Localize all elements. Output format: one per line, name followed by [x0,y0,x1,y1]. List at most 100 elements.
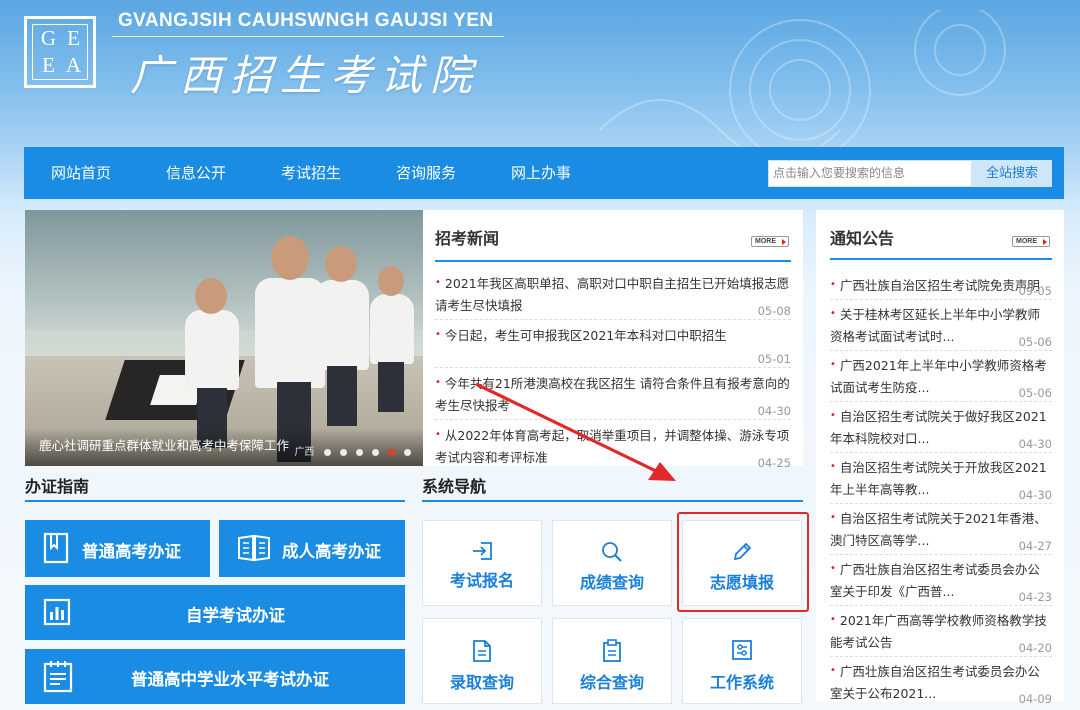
search-button[interactable]: 全站搜索 [972,160,1052,187]
nav-item-consult[interactable]: 咨询服务 [396,147,456,199]
notice-panel: 通知公告 MORE • 广西壮族自治区招生考试院免责声明 09-05 • 关于桂林考… [816,210,1064,706]
self-study-exam-button[interactable]: 自学考试办证 [25,585,405,640]
slide-dot-active[interactable] [387,449,395,456]
site-name-latin: GVANGJSIH CAUHSWNGH GAUJSI YEN [118,10,494,31]
news-item-date: 04-25 [757,456,791,470]
notice-item[interactable]: • 2021年广西高等学校教师资格教学技能考试公告 04-20 [830,606,1052,657]
notice-item-date: 09-05 [1018,284,1052,298]
clipboard-icon [43,661,73,693]
comprehensive-query-tile[interactable]: 综合查询 [552,618,672,704]
slide-dot[interactable] [404,449,411,456]
notice-item-date: 04-30 [1018,437,1052,451]
slide-pagination: 广西 [294,441,411,458]
button-label: 普通高中学业水平考试办证 [131,670,329,689]
news-item-date: 05-01 [757,352,791,366]
news-item[interactable]: • 2021年我区高职单招、高职对口中职自主招生已开始填报志愿 请考生尽快填报 0… [435,262,791,320]
slide-caption[interactable]: 鹿心社调研重点群体就业和高考中考保障工作 [39,435,289,454]
notice-item-title: 广西2021年上半年中小学教师资格考试面试考生防疫... [830,358,1047,395]
tile-label: 成绩查询 [579,573,644,592]
notice-item[interactable]: • 广西壮族自治区招生考试委员会办公室关于印发《广西普... 04-23 [830,555,1052,606]
notice-item-date: 04-23 [1018,590,1052,604]
bullet-icon: • [830,279,836,290]
bullet-icon: • [830,563,836,574]
bullet-icon: • [830,461,836,472]
notice-item-title: 广西壮族自治区招生考试委员会办公室关于公布2021... [830,664,1040,701]
notice-item-title: 2021年广西高等学校教师资格教学技能考试公告 [830,613,1047,650]
bullet-icon: • [435,329,441,340]
notice-item-date: 05-06 [1018,386,1052,400]
news-panel-header: 招考新闻 MORE [435,210,791,262]
notice-item[interactable]: • 广西壮族自治区招生考试委员会办公室关于公布2021... 04-09 [830,657,1052,707]
header-background-pattern [599,10,1006,160]
bar-chart-icon [43,598,71,626]
open-book-icon [238,534,270,562]
notice-panel-title: 通知公告 [830,229,895,248]
work-system-tile[interactable]: 工作系统 [682,618,802,704]
button-label: 自学考试办证 [186,606,285,625]
notice-item[interactable]: • 自治区招生考试院关于做好我区2021年本科院校对口... 04-30 [830,402,1052,453]
site-logo[interactable]: G E E A [24,16,96,88]
notice-item[interactable]: • 自治区招生考试院关于2021年香港、澳门特区高等学... 04-27 [830,504,1052,555]
logo-letter: E [67,26,80,50]
header-divider [112,36,504,37]
document-icon [43,532,69,564]
news-slideshow[interactable]: 鹿心社调研重点群体就业和高考中考保障工作 广西 [25,210,423,466]
notice-item[interactable]: • 广西2021年上半年中小学教师资格考试面试考生防疫... 05-06 [830,351,1052,402]
bullet-icon: • [830,359,836,370]
nav-item-home[interactable]: 网站首页 [51,147,111,199]
tile-label: 综合查询 [579,673,644,692]
notice-more-button[interactable]: MORE [1012,236,1050,247]
login-icon [473,542,492,560]
score-query-tile[interactable]: 成绩查询 [552,520,672,606]
bullet-icon: • [435,277,441,288]
logo-letter: A [65,53,82,77]
more-arrow-icon [1043,239,1047,245]
notice-item[interactable]: • 广西壮族自治区招生考试院免责声明 09-05 [830,260,1052,300]
bullet-icon: • [830,614,836,625]
tile-label: 录取查询 [449,673,514,692]
site-name-chinese: 广西招生考试院 [130,51,481,100]
notice-item[interactable]: • 关于桂林考区延长上半年中小学教师资格考试面试考试时... 05-06 [830,300,1052,351]
notice-item-date: 04-27 [1018,539,1052,553]
news-item-title: 2021年我区高职单招、高职对口中职自主招生已开始填报志愿 请考生尽快填报 [435,276,790,313]
annotation-arrow-icon [475,382,676,481]
slide-dot[interactable] [371,449,379,456]
document-icon [473,640,491,662]
notice-item-title: 自治区招生考试院关于2021年香港、澳门特区高等学... [830,511,1047,548]
slide-dot[interactable] [355,449,363,456]
bullet-icon: • [830,308,836,319]
news-item-date: 05-08 [757,304,791,318]
bullet-icon: • [435,377,441,388]
notice-item-title: 自治区招生考试院关于做好我区2021年本科院校对口... [830,409,1047,446]
news-item[interactable]: • 今日起，考生可申报我区2021年本科对口中职招生 05-01 [435,320,791,368]
settings-sliders-icon [732,640,752,660]
notice-item-date: 04-30 [1018,488,1052,502]
notice-item-title: 广西壮族自治区招生考试委员会办公室关于印发《广西普... [830,562,1040,599]
slide-watermark: 广西 [294,447,315,458]
search-icon [602,542,622,562]
nav-item-exams[interactable]: 考试招生 [281,147,341,199]
logo-letter: G [40,26,57,50]
more-label: MORE [755,238,776,245]
clipboard-icon [603,639,621,662]
gaokao-certificate-button[interactable]: 普通高考办证 [25,520,210,577]
notice-item-title: 广西壮族自治区招生考试院免责声明 [839,278,1040,293]
adult-exam-certificate-button[interactable]: 成人高考办证 [219,520,405,577]
notice-item-date: 05-06 [1018,335,1052,349]
notice-item[interactable]: • 自治区招生考试院关于开放我区2021年上半年高等教... 04-30 [830,453,1052,504]
slide-dot[interactable] [339,449,347,456]
exam-registration-tile[interactable]: 考试报名 [422,520,542,606]
notice-item-title: 关于桂林考区延长上半年中小学教师资格考试面试考试时... [830,307,1040,344]
admission-query-tile[interactable]: 录取查询 [422,618,542,704]
notice-item-title: 自治区招生考试院关于开放我区2021年上半年高等教... [830,460,1047,497]
notice-item-date: 04-20 [1018,641,1052,655]
search-input[interactable]: 点击输入您要搜索的信息 [768,160,972,187]
news-more-button[interactable]: MORE [751,236,789,247]
nav-item-info[interactable]: 信息公开 [166,147,226,199]
nav-item-online[interactable]: 网上办事 [511,147,571,199]
logo-letter: E [42,53,55,77]
slide-dot[interactable] [323,449,331,456]
academic-level-exam-button[interactable]: 普通高中学业水平考试办证 [25,649,405,704]
news-panel-title: 招考新闻 [435,229,500,248]
bullet-icon: • [830,665,836,676]
